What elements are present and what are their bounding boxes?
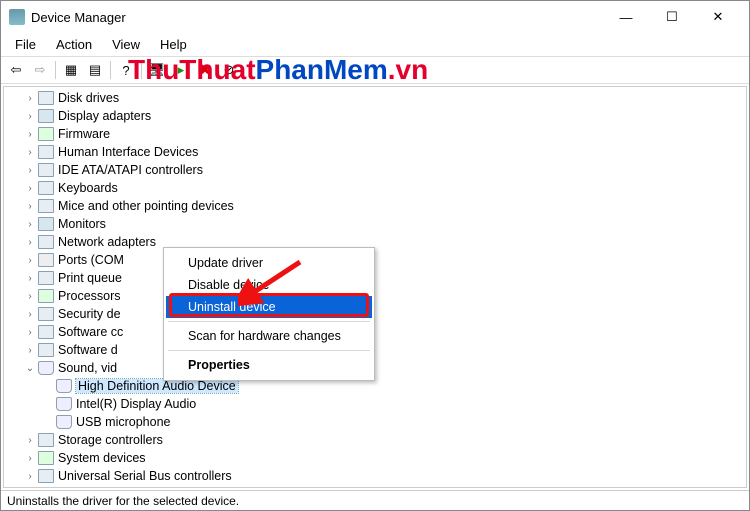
ctx-uninstall-device[interactable]: Uninstall device — [166, 296, 372, 318]
scan-hardware-button[interactable]: 🖥 — [146, 59, 168, 81]
titlebar: Device Manager — ☐ ✕ — [1, 1, 749, 33]
tree-item[interactable]: ›Network adapters — [8, 233, 742, 251]
menu-file[interactable]: File — [7, 35, 44, 54]
tree-item[interactable]: ›Display adapters — [8, 107, 742, 125]
tree-item[interactable]: ›Keyboards — [8, 179, 742, 197]
expand-icon[interactable]: › — [24, 255, 36, 266]
tree-item[interactable]: ›Print queue — [8, 269, 742, 287]
tree-item[interactable]: ›Ports (COM — [8, 251, 742, 269]
expand-icon[interactable]: › — [24, 183, 36, 194]
window-title: Device Manager — [31, 10, 603, 25]
expand-icon[interactable]: › — [24, 147, 36, 158]
expand-icon[interactable]: › — [24, 327, 36, 338]
expand-icon[interactable]: › — [24, 165, 36, 176]
ctx-scan-hardware[interactable]: Scan for hardware changes — [166, 325, 372, 347]
menu-help[interactable]: Help — [152, 35, 195, 54]
tree-item-intel-audio[interactable]: Intel(R) Display Audio — [8, 395, 742, 413]
tree-item-hd-audio[interactable]: High Definition Audio Device — [8, 377, 742, 395]
expand-icon[interactable]: › — [24, 471, 36, 482]
minimize-button[interactable]: — — [603, 1, 649, 33]
tree-item[interactable]: ›System devices — [8, 449, 742, 467]
tree-item[interactable]: ›Firmware — [8, 125, 742, 143]
maximize-button[interactable]: ☐ — [649, 1, 695, 33]
tree-item[interactable]: ›Processors — [8, 287, 742, 305]
expand-icon[interactable]: › — [24, 201, 36, 212]
forward-button[interactable]: ⇨ — [29, 59, 51, 81]
expand-icon[interactable]: › — [24, 111, 36, 122]
toolbar: ⇦ ⇨ ▦ ▤ ? 🖥 ▸ ✖ ⊘ — [1, 56, 749, 84]
tree-item[interactable]: ›Mice and other pointing devices — [8, 197, 742, 215]
collapse-icon[interactable]: ⌄ — [24, 363, 36, 374]
expand-icon[interactable]: › — [24, 273, 36, 284]
tree-item[interactable]: ›IDE ATA/ATAPI controllers — [8, 161, 742, 179]
menu-view[interactable]: View — [104, 35, 148, 54]
expand-icon[interactable]: › — [24, 345, 36, 356]
ctx-properties[interactable]: Properties — [166, 354, 372, 376]
ctx-update-driver[interactable]: Update driver — [166, 252, 372, 274]
tree-item[interactable]: ›Universal Serial Bus controllers — [8, 467, 742, 485]
device-manager-window: Device Manager — ☐ ✕ File Action View He… — [0, 0, 750, 511]
tree-item[interactable]: ›Software d — [8, 341, 742, 359]
show-hide-tree-button[interactable]: ▦ — [60, 59, 82, 81]
tree-item[interactable]: ›Disk drives — [8, 89, 742, 107]
device-tree[interactable]: ›Disk drives ›Display adapters ›Firmware… — [3, 86, 747, 488]
ctx-disable-device[interactable]: Disable device — [166, 274, 372, 296]
tree-item[interactable]: ›Monitors — [8, 215, 742, 233]
expand-icon[interactable]: › — [24, 291, 36, 302]
menu-separator — [168, 321, 370, 322]
menu-action[interactable]: Action — [48, 35, 100, 54]
disable-button[interactable]: ⊘ — [218, 59, 240, 81]
close-button[interactable]: ✕ — [695, 1, 741, 33]
context-menu: Update driver Disable device Uninstall d… — [163, 247, 375, 381]
expand-icon[interactable]: › — [24, 453, 36, 464]
tree-item-sound[interactable]: ⌄Sound, vid — [8, 359, 742, 377]
uninstall-button[interactable]: ✖ — [194, 59, 216, 81]
properties-button[interactable]: ▤ — [84, 59, 106, 81]
statusbar: Uninstalls the driver for the selected d… — [1, 490, 749, 510]
tree-item[interactable]: ›Software cc — [8, 323, 742, 341]
expand-icon[interactable]: › — [24, 129, 36, 140]
menu-separator — [168, 350, 370, 351]
back-button[interactable]: ⇦ — [5, 59, 27, 81]
status-text: Uninstalls the driver for the selected d… — [7, 494, 239, 508]
expand-icon[interactable]: › — [24, 435, 36, 446]
app-icon — [9, 9, 25, 25]
expand-icon[interactable]: › — [24, 237, 36, 248]
expand-icon[interactable]: › — [24, 219, 36, 230]
tree-item[interactable]: ›Security de — [8, 305, 742, 323]
tree-item[interactable]: ›Human Interface Devices — [8, 143, 742, 161]
update-driver-button[interactable]: ▸ — [170, 59, 192, 81]
expand-icon[interactable]: › — [24, 309, 36, 320]
help-button[interactable]: ? — [115, 59, 137, 81]
tree-item-usb-mic[interactable]: USB microphone — [8, 413, 742, 431]
tree-item[interactable]: ›Storage controllers — [8, 431, 742, 449]
expand-icon[interactable]: › — [24, 93, 36, 104]
menubar: File Action View Help — [1, 33, 749, 56]
